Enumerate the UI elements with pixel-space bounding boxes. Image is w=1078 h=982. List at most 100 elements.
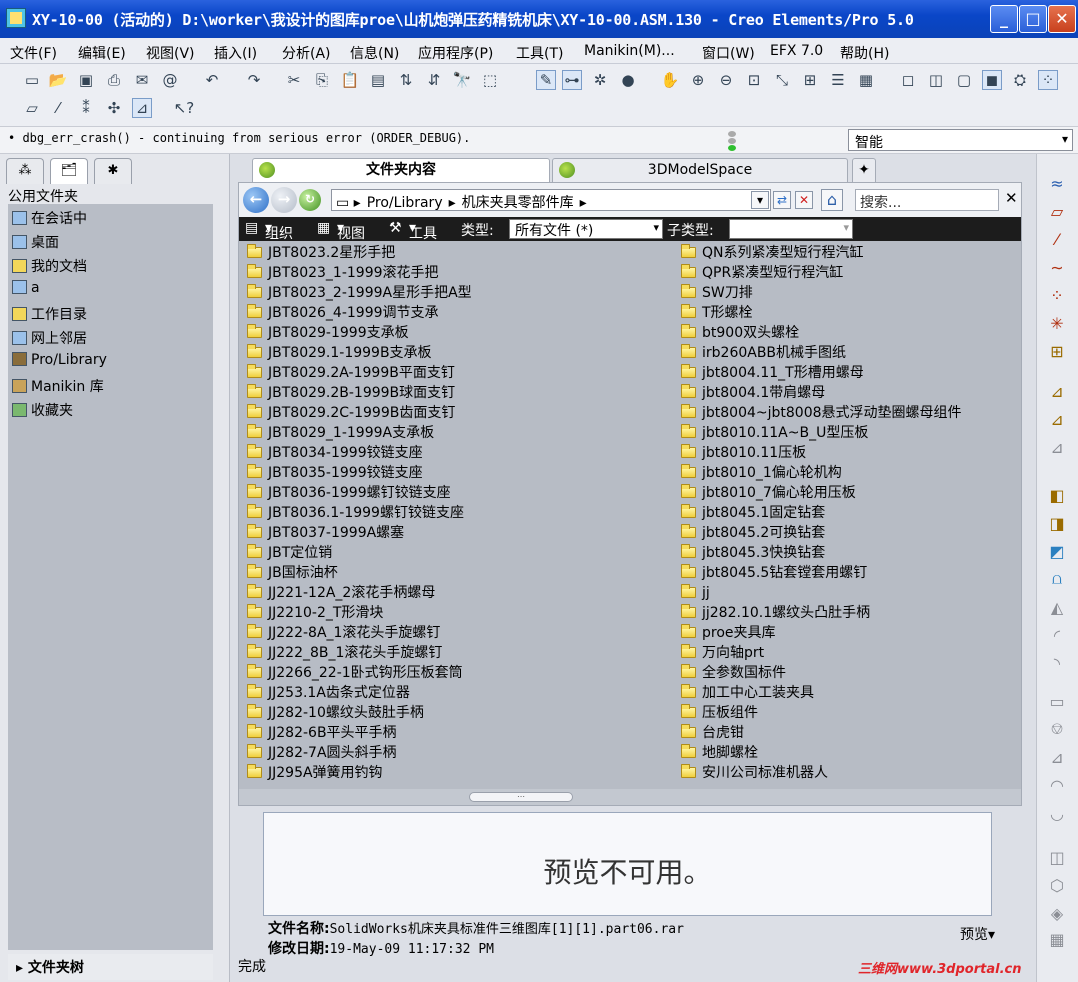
minimize-button[interactable]: _ <box>990 5 1018 33</box>
breadcrumb[interactable]: ▭ ▸ Pro/Library ▸ 机床夹具零部件库 ▸ <box>331 189 771 211</box>
refit-icon[interactable]: ⊡ <box>744 70 764 90</box>
menu-applications[interactable]: 应用程序(P) <box>418 43 493 63</box>
tools-button[interactable]: 工具 ▾ <box>409 220 437 242</box>
point-display-icon[interactable]: ⁑ <box>76 98 96 118</box>
merge-icon[interactable]: ⊿ <box>1045 746 1069 768</box>
csys-icon[interactable]: ✳ <box>1045 312 1069 334</box>
sketch-icon[interactable]: ✎ <box>536 70 556 90</box>
menu-tools[interactable]: 工具(T) <box>516 43 563 63</box>
list-item[interactable]: JBT8023.2星形手把 <box>247 243 395 263</box>
list-item[interactable]: JJ282-10螺纹头鼓肚手柄 <box>247 703 424 723</box>
list-item[interactable]: jbt8004~jbt8008悬式浮动垫圈螺母组件 <box>681 403 962 423</box>
list-item[interactable]: JJ2210-2_T形滑块 <box>247 603 383 623</box>
folder-desktop[interactable]: 桌面 <box>12 232 59 252</box>
folder-working-directory[interactable]: 工作目录 <box>12 304 87 324</box>
list-item[interactable]: JJ222-8A_1滚花头手旋螺钉 <box>247 623 440 643</box>
mirror-icon[interactable]: ⎊ <box>1045 718 1069 740</box>
list-item[interactable]: JJ253.1A齿条式定位器 <box>247 683 410 703</box>
list-item[interactable]: QPR紧凑型短行程汽缸 <box>681 263 843 283</box>
crumb-pro-library[interactable]: Pro/Library <box>367 195 443 211</box>
undo-icon[interactable]: ↶ <box>202 70 222 90</box>
menu-efx[interactable]: EFX 7.0 <box>770 43 823 59</box>
list-item[interactable]: jj <box>681 583 710 603</box>
shell-icon[interactable]: ◭ <box>1045 596 1069 618</box>
csys-display-icon[interactable]: ✣ <box>104 98 124 118</box>
list-item[interactable]: JBT8029.2C-1999B齿面支钉 <box>247 403 455 423</box>
filter-select[interactable]: 智能 <box>848 129 1073 151</box>
list-item[interactable]: jbt8010_7偏心轮用压板 <box>681 483 856 503</box>
view-manager-icon[interactable]: ▦ <box>856 70 876 90</box>
list-item[interactable]: JBT8035-1999铰链支座 <box>247 463 423 483</box>
context-help-icon[interactable]: ↖? <box>174 98 195 118</box>
assemble-icon[interactable]: ⊿ <box>1045 380 1069 402</box>
folder-manikin-library[interactable]: Manikin 库 <box>12 376 104 396</box>
list-item[interactable]: 台虎钳 <box>681 723 744 743</box>
offset-icon[interactable]: ◫ <box>1045 846 1069 868</box>
favorites-tab[interactable]: ✱ <box>94 158 132 184</box>
folder-pro-library[interactable]: Pro/Library <box>12 352 107 368</box>
email-icon[interactable]: @ <box>160 70 180 90</box>
list-item[interactable]: jbt8010.11A~B_U型压板 <box>681 423 868 443</box>
new-tab-button[interactable]: ✦ <box>852 158 876 182</box>
list-item[interactable]: jbt8004.1带肩螺母 <box>681 383 825 403</box>
solidify-icon[interactable]: ◈ <box>1045 902 1069 924</box>
tab-3dmodelspace[interactable]: 3DModelSpace <box>552 158 848 182</box>
preview-button[interactable]: 预览▾ <box>960 924 995 944</box>
list-item[interactable]: bt900双头螺栓 <box>681 323 799 343</box>
menu-help[interactable]: 帮助(H) <box>840 43 889 63</box>
axes-display-icon[interactable]: ⁘ <box>1038 70 1058 90</box>
thicken-icon[interactable]: ⬡ <box>1045 874 1069 896</box>
copy-icon[interactable]: ⎘ <box>312 70 332 90</box>
extrude-icon[interactable]: ◧ <box>1045 484 1069 506</box>
open-icon[interactable]: 📂 <box>48 70 68 90</box>
list-item[interactable]: QN系列紧凑型短行程汽缸 <box>681 243 864 263</box>
folder-favorites[interactable]: 收藏夹 <box>12 400 73 420</box>
datum-axis-icon[interactable]: ⁄ <box>1045 228 1069 250</box>
list-item[interactable]: JJ295A弹簧用钓钩 <box>247 763 383 783</box>
list-item[interactable]: jbt8010.11压板 <box>681 443 806 463</box>
menu-edit[interactable]: 编辑(E) <box>78 43 126 63</box>
list-item[interactable]: JBT定位销 <box>247 543 332 563</box>
no-hidden-icon[interactable]: ▢ <box>954 70 974 90</box>
list-item[interactable]: JBT8026_4-1999调节支承 <box>247 303 439 323</box>
list-item[interactable]: 加工中心工装夹具 <box>681 683 814 703</box>
select-box-icon[interactable]: ⬚ <box>480 70 500 90</box>
forward-button[interactable]: → <box>271 187 297 213</box>
rib-icon[interactable]: ◜ <box>1045 624 1069 646</box>
list-item[interactable]: jbt8045.2可换钻套 <box>681 523 825 543</box>
cut-icon[interactable]: ✂ <box>284 70 304 90</box>
package-icon[interactable]: ⊿ <box>1045 436 1069 458</box>
scroll-thumb[interactable]: ⋯ <box>469 792 573 802</box>
pan-icon[interactable]: ✋ <box>660 70 680 90</box>
menu-manikin[interactable]: Manikin(M)... <box>584 43 675 59</box>
regen-manager-icon[interactable]: ⇵ <box>424 70 444 90</box>
list-item[interactable]: jbt8045.3快换钻套 <box>681 543 825 563</box>
list-item[interactable]: jbt8045.5钻套镗套用螺钉 <box>681 563 867 583</box>
organize-button[interactable]: 组织 ▾ <box>265 220 293 242</box>
menu-file[interactable]: 文件(F) <box>10 43 57 63</box>
list-item[interactable]: jbt8045.1固定钻套 <box>681 503 825 523</box>
subtype-select[interactable] <box>729 219 853 239</box>
spin-center-icon[interactable]: ✲ <box>590 70 610 90</box>
create-component-icon[interactable]: ⊿ <box>1045 408 1069 430</box>
list-item[interactable]: JBT8034-1999铰链支座 <box>247 443 423 463</box>
hole-icon[interactable]: ⩍ <box>1045 568 1069 590</box>
paste-special-icon[interactable]: ▤ <box>368 70 388 90</box>
list-item[interactable]: JJ221-12A_2滚花手柄螺母 <box>247 583 435 603</box>
list-item[interactable]: 全参数国标件 <box>681 663 786 683</box>
list-item[interactable]: JJ222_8B_1滚花头手旋螺钉 <box>247 643 442 663</box>
list-item[interactable]: JBT8029.2A-1999B平面支钉 <box>247 363 455 383</box>
list-item[interactable]: JBT8037-1999A螺塞 <box>247 523 404 543</box>
list-item[interactable]: proe夹具库 <box>681 623 776 643</box>
layers-icon[interactable]: ☰ <box>828 70 848 90</box>
close-browser-icon[interactable]: ✕ <box>1005 189 1018 207</box>
list-item[interactable]: 地脚螺栓 <box>681 743 758 763</box>
list-item[interactable]: JBT8036.1-1999螺钉铰链支座 <box>247 503 464 523</box>
shading-icon[interactable]: ◼ <box>982 70 1002 90</box>
history-button[interactable]: ↻ <box>299 189 321 211</box>
list-item[interactable]: JBT8036-1999螺钉铰链支座 <box>247 483 451 503</box>
list-item[interactable]: JBT8023_2-1999A星形手把A型 <box>247 283 472 303</box>
stop-icon[interactable]: ✕ <box>795 191 813 209</box>
list-item[interactable]: 安川公司标准机器人 <box>681 763 828 783</box>
sweep-icon[interactable]: ◩ <box>1045 540 1069 562</box>
